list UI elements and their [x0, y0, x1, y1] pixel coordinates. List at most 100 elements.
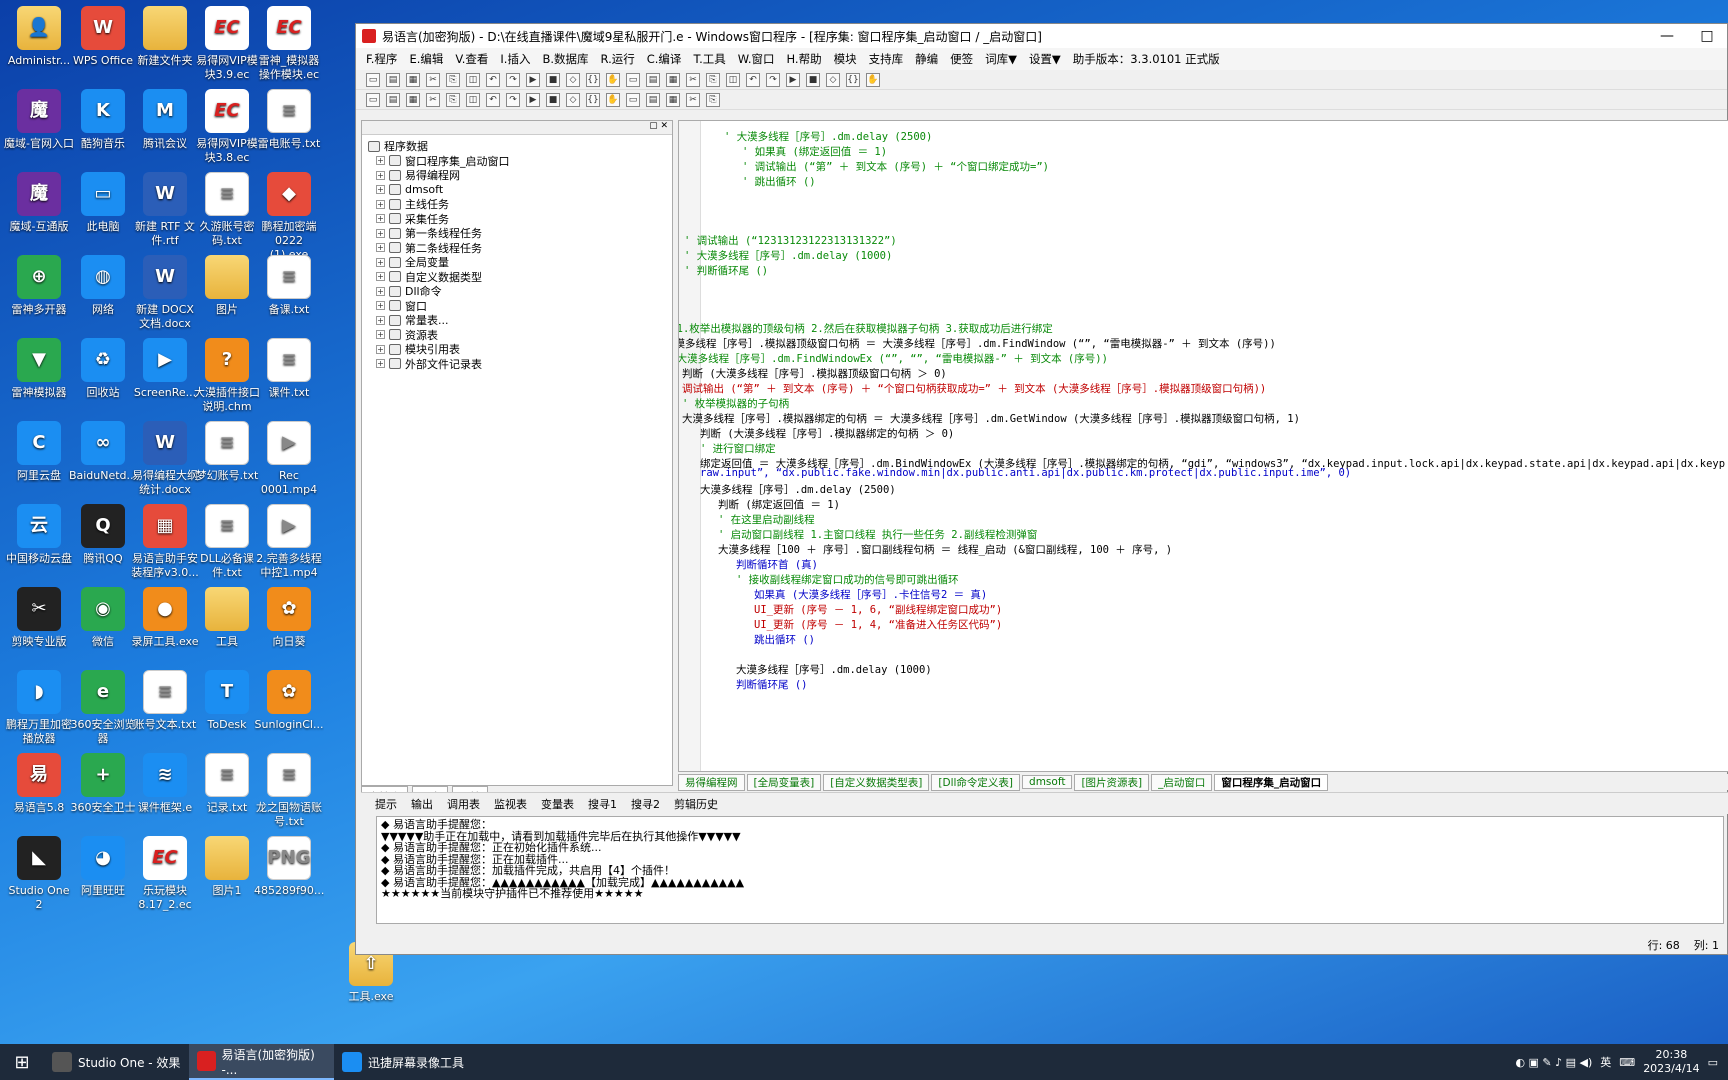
code-line[interactable]: 大漠多线程［序号］.模拟器绑定的句柄 ＝ 大漠多线程［序号］.dm.GetWin…	[682, 411, 1300, 426]
toolbar-icon[interactable]: ✂	[686, 72, 700, 87]
menu-item[interactable]: 模块	[834, 51, 857, 67]
tree-item[interactable]: + 采集任务	[368, 212, 666, 227]
desktop-icon[interactable]: ◣ Studio One 2	[4, 836, 74, 912]
menu-item[interactable]: E.编辑	[409, 51, 443, 67]
code-line[interactable]: 调试输出 (“第” ＋ 到文本 (序号) ＋ “个窗口句柄获取成功=” ＋ 到文…	[682, 381, 1266, 396]
desktop-icon[interactable]: M 腾讯会议	[130, 89, 200, 151]
code-line[interactable]: ' 启动窗口副线程 1.主窗口线程 执行一些任务 2.副线程检测弹窗	[718, 527, 1037, 542]
desktop-icon[interactable]: ≡ 龙之国物语账号.txt	[254, 753, 324, 829]
desktop-icon[interactable]: ≡ 雷电账号.txt	[254, 89, 324, 151]
toolbar-icon[interactable]: ✂	[426, 92, 440, 107]
toolbar-icon[interactable]: ▶	[526, 72, 540, 87]
tree-item[interactable]: + 主线任务	[368, 197, 666, 212]
code-line[interactable]: ' 如果真 (绑定返回值 ＝ 1)	[742, 144, 887, 159]
desktop-icon[interactable]: W 新建 RTF 文件.rtf	[130, 172, 200, 248]
desktop-icon[interactable]: 图片	[192, 255, 262, 317]
desktop-icon[interactable]: 新建文件夹	[130, 6, 200, 68]
menu-item[interactable]: W.窗口	[738, 51, 775, 67]
desktop-icon[interactable]: EC 易得网VIP模块3.8.ec	[192, 89, 262, 165]
menu-item[interactable]: C.编译	[647, 51, 682, 67]
desktop-icon[interactable]: W 新建 DOCX 文档.docx	[130, 255, 200, 331]
desktop-icon[interactable]: ≡ 账号文本.txt	[130, 670, 200, 732]
editor-tab[interactable]: [图片资源表]	[1074, 773, 1150, 791]
toolbar-icon[interactable]: ↶	[486, 92, 500, 107]
code-line[interactable]: 大漠多线程［序号］.模拟器顶级窗口句柄 ＝ 大漠多线程［序号］.dm.FindW…	[679, 336, 1276, 351]
desktop-icon[interactable]: 魔魔域-官网入口	[4, 89, 74, 151]
menu-item[interactable]: 支持库	[869, 51, 904, 67]
expand-icon[interactable]: +	[376, 156, 385, 166]
desktop-icon[interactable]: ≡ 课件.txt	[254, 338, 324, 400]
code-line[interactable]: ' 进行窗口绑定	[700, 441, 776, 456]
toolbar-icon[interactable]: ▦	[406, 72, 420, 87]
code-line[interactable]: ' 调试输出 (“12313123122313131322”)	[684, 233, 897, 248]
expand-icon[interactable]: +	[376, 272, 385, 282]
taskbar-item[interactable]: 迅捷屏幕录像工具	[334, 1044, 479, 1080]
toolbar-icon[interactable]: ▤	[646, 72, 660, 87]
desktop-icon[interactable]: ▼ 雷神模拟器	[4, 338, 74, 400]
output-tab[interactable]: 提示	[375, 796, 397, 812]
menu-item[interactable]: 助手版本：3.3.0101 正式版	[1073, 51, 1220, 67]
taskbar-item[interactable]: Studio One - 效果	[44, 1044, 189, 1080]
menu-item[interactable]: T.工具	[693, 51, 725, 67]
expand-icon[interactable]: +	[376, 199, 385, 209]
toolbar-icon[interactable]: ↷	[766, 72, 780, 87]
desktop-icon[interactable]: ▶ Rec 0001.mp4	[254, 421, 324, 497]
desktop-icon[interactable]: ♻ 回收站	[68, 338, 138, 400]
toolbar-icon[interactable]: ■	[546, 92, 560, 107]
code-line[interactable]: ' 1.枚举出模拟器的顶级句柄 2.然后在获取模拟器子句柄 3.获取成功后进行绑…	[679, 321, 1053, 336]
code-line[interactable]: 大漠多线程［100 ＋ 序号］.窗口副线程句柄 ＝ 线程_启动 (&窗口副线程,…	[718, 542, 1172, 557]
desktop-icon[interactable]: ▶ ScreenRe...	[130, 338, 200, 400]
tree-item[interactable]: + dmsoft	[368, 183, 666, 198]
menu-item[interactable]: 词库▼	[985, 51, 1017, 67]
menu-item[interactable]: B.数据库	[542, 51, 588, 67]
desktop-icon[interactable]: K 酷狗音乐	[68, 89, 138, 151]
expand-icon[interactable]: +	[376, 359, 385, 369]
toolbar-icon[interactable]: ■	[546, 72, 560, 87]
editor-tab[interactable]: [自定义数据类型表]	[823, 773, 930, 791]
toolbar-icon[interactable]: ▤	[386, 72, 400, 87]
toolbar-icon[interactable]: ⎘	[446, 92, 460, 107]
toolbar-icon[interactable]: ↷	[506, 92, 520, 107]
toolbar-icon[interactable]: ■	[806, 72, 820, 87]
code-line[interactable]: ' 大漠多线程［序号］.dm.delay (2500)	[724, 129, 932, 144]
toolbar-icon[interactable]: ↶	[486, 72, 500, 87]
keyboard-icon[interactable]: ⌨	[1619, 1056, 1635, 1069]
code-line[interactable]: ' 判断循环尾 ()	[684, 263, 768, 278]
toolbar-icon[interactable]: ▦	[406, 92, 420, 107]
output-tab[interactable]: 输出	[411, 796, 433, 812]
desktop-icon[interactable]: T ToDesk	[192, 670, 262, 732]
ime-indicator[interactable]: 英	[1600, 1054, 1611, 1070]
menu-item[interactable]: 便签	[950, 51, 973, 67]
expand-icon[interactable]: +	[376, 170, 385, 180]
output-tab[interactable]: 搜寻1	[588, 796, 617, 812]
toolbar-icon[interactable]: ✂	[686, 92, 700, 107]
code-line[interactable]: 判断 (绑定返回值 ＝ 1)	[718, 497, 840, 512]
tree-item[interactable]: + 窗口程序集_启动窗口	[368, 154, 666, 169]
desktop-icon[interactable]: 云中国移动云盘	[4, 504, 74, 566]
toolbar-icon[interactable]: ▦	[666, 72, 680, 87]
notification-icon[interactable]: ▭	[1708, 1056, 1718, 1069]
desktop-icon[interactable]: ✿ SunloginCl...	[254, 670, 324, 732]
toolbar-icon[interactable]: ◇	[566, 72, 580, 87]
menu-item[interactable]: 静编	[915, 51, 938, 67]
toolbar-icon[interactable]: ◫	[466, 92, 480, 107]
toolbar-icon[interactable]: ◇	[826, 72, 840, 87]
expand-icon[interactable]: +	[376, 228, 385, 238]
toolbar-icon[interactable]: ✋	[606, 72, 620, 87]
desktop-icon[interactable]: ≡ 梦幻账号.txt	[192, 421, 262, 483]
tree-item[interactable]: + 模块引用表	[368, 342, 666, 357]
code-line[interactable]: ' 大漠多线程［序号］.dm.FindWindowEx (“”, “”, “雷电…	[679, 351, 1108, 366]
toolbar-icon[interactable]: {}	[846, 72, 860, 87]
toolbar-icon[interactable]: ◫	[466, 72, 480, 87]
desktop-icon[interactable]: 魔魔域-互通版	[4, 172, 74, 234]
toolbar-icon[interactable]: ✋	[606, 92, 620, 107]
output-tab[interactable]: 搜寻2	[631, 796, 660, 812]
tree-item[interactable]: + 外部文件记录表	[368, 357, 666, 372]
desktop-icon[interactable]: EC 雷神_模拟器操作模块.ec	[254, 6, 324, 82]
tree-item[interactable]: + 第二条线程任务	[368, 241, 666, 256]
desktop-icon[interactable]: W 易得编程大纲统计.docx	[130, 421, 200, 497]
toolbar-icon[interactable]: ✂	[426, 72, 440, 87]
code-line[interactable]: 大漠多线程［序号］.dm.delay (2500)	[700, 482, 896, 497]
desktop-icon[interactable]: ≋ 课件框架.e	[130, 753, 200, 815]
tree-item[interactable]: + Dll命令	[368, 284, 666, 299]
